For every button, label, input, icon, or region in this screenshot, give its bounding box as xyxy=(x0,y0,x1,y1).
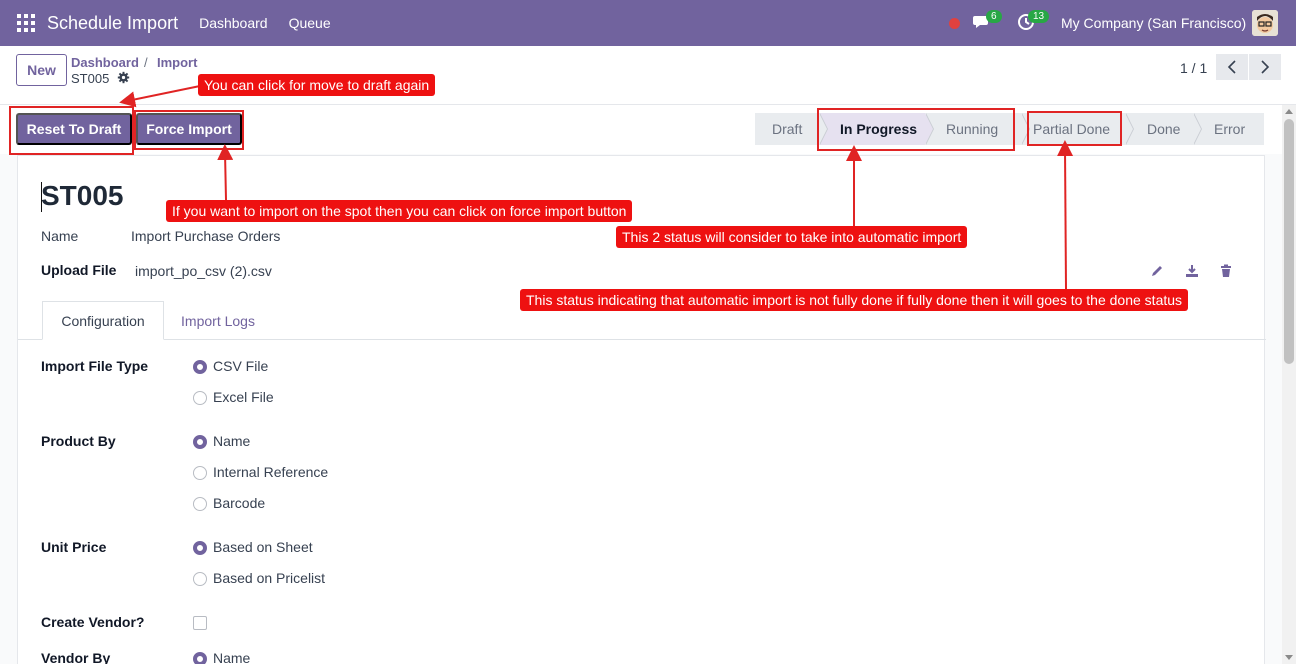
name-label: Name xyxy=(41,228,79,244)
option-csv-file[interactable]: CSV File xyxy=(213,358,268,374)
tab-configuration[interactable]: Configuration xyxy=(42,301,164,340)
product-by-label: Product By xyxy=(41,433,116,449)
radio-product-name[interactable] xyxy=(193,435,207,449)
stage-error-label: Error xyxy=(1214,121,1246,137)
scroll-up-arrow-icon[interactable] xyxy=(1285,109,1293,114)
pager-next-button[interactable] xyxy=(1249,54,1281,80)
activities-badge: 13 xyxy=(1028,10,1050,23)
upload-file-value[interactable]: import_po_csv (2).csv xyxy=(135,263,272,279)
user-avatar[interactable] xyxy=(1252,10,1278,36)
radio-excel-file[interactable] xyxy=(193,391,207,405)
new-button[interactable]: New xyxy=(16,54,67,86)
highlight-force-import xyxy=(134,110,244,150)
pager-previous-button[interactable] xyxy=(1216,54,1248,80)
edit-pencil-icon[interactable] xyxy=(1150,264,1164,278)
option-based-on-pricelist[interactable]: Based on Pricelist xyxy=(213,570,325,586)
gear-icon[interactable] xyxy=(117,71,130,84)
option-vendor-name[interactable]: Name xyxy=(213,650,250,664)
app-title[interactable]: Schedule Import xyxy=(47,13,178,34)
stage-draft-label: Draft xyxy=(772,121,803,137)
annotation-draft-again: You can click for move to draft again xyxy=(198,74,436,96)
radio-based-on-pricelist[interactable] xyxy=(193,572,207,586)
page-scrollbar[interactable] xyxy=(1282,105,1296,664)
tab-import-logs[interactable]: Import Logs xyxy=(166,301,270,340)
trash-icon[interactable] xyxy=(1219,264,1233,278)
annotation-partial-done: This status indicating that automatic im… xyxy=(520,289,1189,311)
radio-csv-file[interactable] xyxy=(193,360,207,374)
breadcrumb-record: ST005 xyxy=(71,71,110,86)
option-internal-reference[interactable]: Internal Reference xyxy=(213,464,328,480)
stage-error[interactable]: Error xyxy=(1193,113,1264,145)
chevron-left-icon xyxy=(1227,60,1236,74)
radio-internal-reference[interactable] xyxy=(193,466,207,480)
recording-indicator-icon[interactable] xyxy=(949,18,960,29)
stage-done-label: Done xyxy=(1147,121,1181,137)
name-value[interactable]: Import Purchase Orders xyxy=(131,228,280,244)
apps-menu-icon[interactable] xyxy=(17,14,35,32)
radio-vendor-name[interactable] xyxy=(193,652,207,664)
pager-value[interactable]: 1 / 1 xyxy=(1180,60,1207,76)
option-product-name[interactable]: Name xyxy=(213,433,250,449)
breadcrumb-dashboard[interactable]: Dashboard xyxy=(71,55,139,70)
option-based-on-sheet[interactable]: Based on Sheet xyxy=(213,539,313,555)
radio-based-on-sheet[interactable] xyxy=(193,541,207,555)
highlight-partial-done xyxy=(1027,111,1122,146)
option-barcode[interactable]: Barcode xyxy=(213,495,265,511)
messages-badge: 6 xyxy=(986,10,1002,23)
nav-queue[interactable]: Queue xyxy=(289,15,331,31)
company-switcher[interactable]: My Company (San Francisco) xyxy=(1061,15,1246,31)
download-icon[interactable] xyxy=(1185,264,1199,278)
highlight-reset-to-draft xyxy=(9,106,134,155)
create-vendor-checkbox[interactable] xyxy=(193,616,207,630)
vendor-by-label: Vendor By xyxy=(41,650,111,664)
import-file-type-label: Import File Type xyxy=(41,358,149,374)
stage-draft[interactable]: Draft xyxy=(755,113,828,145)
annotation-two-status: This 2 status will consider to take into… xyxy=(616,226,968,248)
annotation-force-import: If you want to import on the spot then y… xyxy=(166,200,633,222)
stage-done[interactable]: Done xyxy=(1125,113,1202,145)
upload-file-label: Upload File xyxy=(41,262,117,278)
breadcrumb-separator: / xyxy=(144,55,148,70)
chevron-right-icon xyxy=(1261,60,1270,74)
option-excel-file[interactable]: Excel File xyxy=(213,389,274,405)
scrollbar-thumb[interactable] xyxy=(1284,119,1294,364)
highlight-in-progress-running xyxy=(817,108,1015,151)
radio-barcode[interactable] xyxy=(193,497,207,511)
breadcrumb-import[interactable]: Import xyxy=(157,55,197,70)
record-title[interactable]: ST005 xyxy=(41,180,124,212)
create-vendor-label: Create Vendor? xyxy=(41,614,145,630)
control-panel: New Dashboard / Import ST005 1 / 1 xyxy=(0,46,1296,105)
scroll-down-arrow-icon[interactable] xyxy=(1285,655,1293,660)
unit-price-label: Unit Price xyxy=(41,539,107,555)
nav-dashboard[interactable]: Dashboard xyxy=(199,15,268,31)
